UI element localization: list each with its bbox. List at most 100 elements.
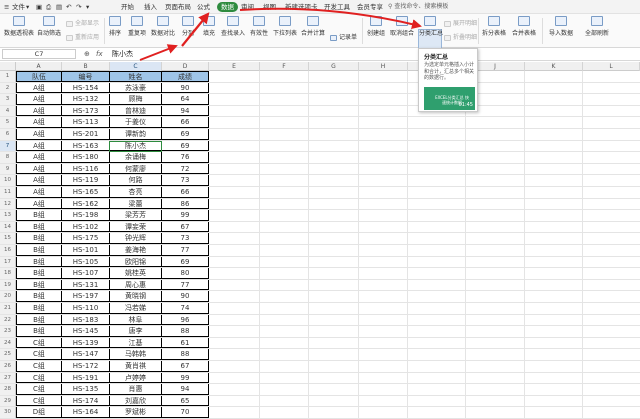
table-cell[interactable]: HS-191 [62, 372, 110, 384]
table-cell[interactable]: 64 [162, 94, 209, 105]
table-cell[interactable]: HS-105 [62, 256, 110, 268]
column-header-g[interactable]: G [309, 62, 359, 71]
table-cell[interactable]: 苏泳豪 [110, 82, 162, 94]
table-cell[interactable]: HS-102 [62, 221, 110, 233]
table-cell[interactable]: A组 [16, 187, 62, 198]
table-cell[interactable]: 69 [162, 256, 209, 268]
ungroup-button[interactable]: 取消组合 [388, 16, 416, 37]
table-cell[interactable]: A组 [16, 175, 62, 186]
redo-icon[interactable]: ↷ [76, 2, 81, 12]
table-cell[interactable]: 余诵梅 [110, 152, 162, 163]
table-cell[interactable]: C组 [16, 361, 62, 372]
row-number[interactable]: 24 [0, 337, 16, 349]
table-cell[interactable]: A组 [16, 152, 62, 163]
table-cell[interactable]: A组 [16, 129, 62, 140]
column-header-h[interactable]: H [359, 62, 408, 71]
menu-page-layout[interactable]: 页面布局 [165, 2, 191, 12]
table-cell[interactable]: A组 [16, 117, 62, 128]
table-cell[interactable]: HS-135 [62, 384, 110, 395]
undo-icon[interactable]: ↶ [66, 2, 71, 12]
table-cell[interactable]: HS-165 [62, 187, 110, 198]
table-cell[interactable]: HS-201 [62, 129, 110, 140]
zoom-icon[interactable]: ⊕ [84, 49, 90, 59]
preview-icon[interactable]: ▤ [56, 2, 62, 12]
table-cell[interactable]: 88 [162, 326, 209, 337]
data-compare-button[interactable]: 数据对比 [150, 16, 176, 37]
table-cell[interactable]: 杏亮 [110, 187, 162, 198]
table-cell[interactable]: 69 [162, 129, 209, 140]
menu-file-chevron-icon[interactable]: ▾ [26, 2, 29, 12]
row-number[interactable]: 29 [0, 395, 16, 407]
save-icon[interactable]: ▣ [36, 2, 42, 12]
table-cell[interactable]: 姜海艳 [110, 245, 162, 256]
table-cell[interactable]: 80 [162, 268, 209, 279]
table-cell[interactable]: HS-163 [62, 140, 110, 152]
row-number[interactable]: 4 [0, 105, 16, 117]
table-cell[interactable]: 73 [162, 175, 209, 186]
table-cell[interactable]: 陈小杰 [110, 140, 162, 152]
column-header-a[interactable]: A [16, 62, 62, 71]
import-data-button[interactable]: 导入数据 [546, 16, 576, 37]
table-cell[interactable]: 74 [162, 303, 209, 314]
table-cell[interactable]: 林阜 [110, 314, 162, 326]
table-cell[interactable]: HS-110 [62, 303, 110, 314]
table-cell[interactable]: 67 [162, 361, 209, 372]
table-cell[interactable]: 94 [162, 384, 209, 395]
column-header-c[interactable]: C [110, 62, 162, 71]
lookup-entry-button[interactable]: 查找录入 [220, 16, 246, 37]
pivot-table-button[interactable]: 数据透视表 [4, 16, 34, 37]
table-cell[interactable]: HS-183 [62, 314, 110, 326]
row-number[interactable]: 11 [0, 187, 16, 198]
subtotal-button[interactable]: 分类汇总 [419, 16, 443, 37]
table-cell[interactable]: C组 [16, 384, 62, 395]
table-cell[interactable]: 于姜仪 [110, 117, 162, 128]
table-cell[interactable]: HS-113 [62, 117, 110, 128]
split-column-button[interactable]: 分列 [180, 16, 196, 37]
menu-new-tab[interactable]: 新建选项卡 [285, 2, 318, 12]
table-header-cell[interactable]: 编号 [62, 71, 110, 82]
command-search[interactable]: ⚲ 查找命令、搜索模板 [388, 2, 460, 12]
menu-developer[interactable]: 开发工具 [324, 2, 350, 12]
row-number[interactable]: 26 [0, 361, 16, 372]
table-cell[interactable]: 马韩韩 [110, 349, 162, 360]
refresh-all-button[interactable]: 全部刷新 [582, 16, 612, 37]
table-cell[interactable]: B组 [16, 291, 62, 302]
table-cell[interactable]: 江基 [110, 337, 162, 349]
table-cell[interactable]: 96 [162, 314, 209, 326]
table-cell[interactable]: D组 [16, 407, 62, 418]
table-cell[interactable]: 90 [162, 82, 209, 94]
table-cell[interactable]: C组 [16, 337, 62, 349]
row-number[interactable]: 13 [0, 210, 16, 221]
split-table-button[interactable]: 拆分表格 [480, 16, 508, 37]
table-cell[interactable]: 99 [162, 210, 209, 221]
table-cell[interactable]: 黄肖祺 [110, 361, 162, 372]
table-cell[interactable]: B组 [16, 233, 62, 244]
table-cell[interactable]: C组 [16, 372, 62, 384]
table-cell[interactable]: HS-154 [62, 82, 110, 94]
table-cell[interactable]: 谭妄荣 [110, 221, 162, 233]
menu-review[interactable]: 审阅 [241, 2, 254, 12]
table-cell[interactable]: 卢婷婷 [110, 372, 162, 384]
row-number[interactable]: 28 [0, 384, 16, 395]
table-cell[interactable]: A组 [16, 198, 62, 210]
select-all-corner[interactable] [0, 62, 16, 71]
table-cell[interactable]: HS-147 [62, 349, 110, 360]
print-icon[interactable]: ⎙ [46, 2, 51, 12]
table-cell[interactable]: B组 [16, 326, 62, 337]
table-cell[interactable]: 67 [162, 221, 209, 233]
hamburger-icon[interactable]: ≡ [4, 2, 9, 12]
duplicates-button[interactable]: 重复项 [126, 16, 148, 37]
table-cell[interactable]: 姚桂英 [110, 268, 162, 279]
table-cell[interactable]: HS-132 [62, 94, 110, 105]
row-number[interactable]: 20 [0, 291, 16, 302]
consolidate-button[interactable]: 合并计算 [300, 16, 326, 37]
validity-button[interactable]: 有效性 [248, 16, 270, 37]
row-number[interactable]: 19 [0, 279, 16, 291]
table-cell[interactable]: 76 [162, 152, 209, 163]
table-cell[interactable]: A组 [16, 94, 62, 105]
table-cell[interactable]: HS-164 [62, 407, 110, 418]
column-header-l[interactable]: L [583, 62, 640, 71]
menu-view[interactable]: 视图 [263, 2, 276, 12]
reapply-button[interactable]: 重新应用 [66, 32, 99, 41]
row-number[interactable]: 21 [0, 303, 16, 314]
